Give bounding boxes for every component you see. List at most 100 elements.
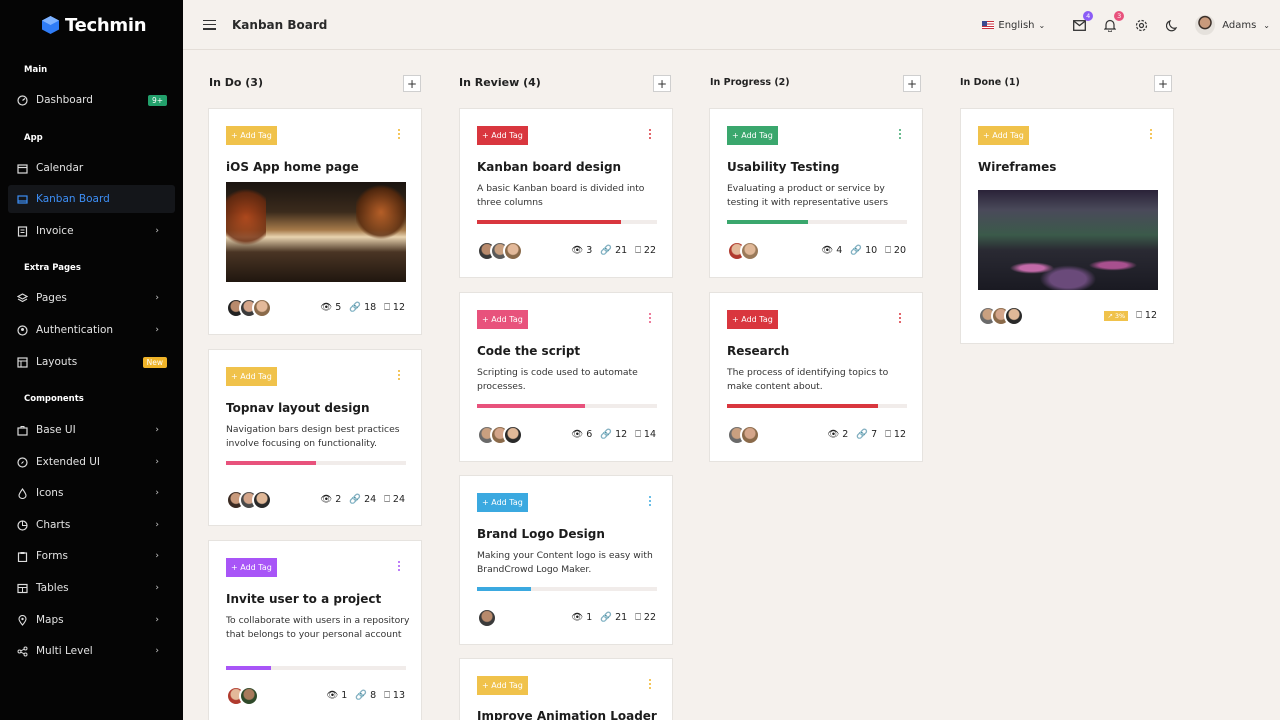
card-title: Kanban board design — [477, 160, 622, 174]
avatar — [503, 425, 523, 445]
links-count: 7 — [871, 429, 878, 440]
more-vertical-icon[interactable] — [649, 129, 652, 139]
theme-toggle-button[interactable] — [1164, 17, 1180, 33]
app-name: Techmin — [65, 14, 147, 36]
more-vertical-icon[interactable] — [398, 370, 401, 380]
progress-fill — [477, 404, 585, 408]
chevron-right-icon: › — [155, 615, 159, 625]
kanban-card[interactable]: + Add Tag Topnav layout design Navigatio… — [208, 349, 422, 526]
add-tag-button[interactable]: + Add Tag — [727, 126, 778, 145]
section-main: Main — [24, 65, 48, 75]
comment-icon: ⎕ — [384, 302, 390, 313]
kanban-card[interactable]: + Add Tag Kanban board design A basic Ka… — [459, 108, 673, 278]
more-vertical-icon[interactable] — [899, 129, 902, 139]
kanban-card[interactable]: + Add Tag Invite user to a project To co… — [208, 540, 422, 720]
sidebar-item-icons[interactable]: Icons › — [8, 479, 175, 507]
sidebar-item-label: Invoice — [36, 225, 74, 237]
more-vertical-icon[interactable] — [649, 496, 652, 506]
progress-bar — [727, 404, 907, 408]
sidebar-item-multi-level[interactable]: Multi Level › — [8, 637, 175, 665]
link-icon: 🔗 — [856, 429, 869, 440]
sidebar-item-pages[interactable]: Pages › — [8, 284, 175, 312]
card-stats: 👁 2 🔗 24 ⎕ 24 — [320, 494, 405, 505]
invoice-icon — [17, 225, 28, 237]
card-title: Wireframes — [978, 160, 1057, 174]
more-vertical-icon[interactable] — [649, 313, 652, 323]
links-count: 8 — [370, 690, 377, 701]
map-pin-icon — [17, 614, 28, 626]
add-tag-button[interactable]: + Add Tag — [978, 126, 1029, 145]
comment-icon: ⎕ — [1136, 310, 1142, 321]
sidebar-item-forms[interactable]: Forms › — [8, 542, 175, 570]
sidebar-item-charts[interactable]: Charts › — [8, 511, 175, 539]
gear-icon — [1135, 19, 1147, 31]
kanban-card[interactable]: + Add Tag Usability Testing Evaluating a… — [709, 108, 923, 278]
mail-button[interactable]: 4 — [1071, 11, 1094, 33]
add-tag-button[interactable]: + Add Tag — [477, 310, 528, 329]
sidebar-item-kanban-board[interactable]: Kanban Board — [8, 185, 175, 213]
progress-fill — [477, 587, 531, 591]
add-tag-button[interactable]: + Add Tag — [727, 310, 778, 329]
user-menu[interactable]: Adams ⌄ — [1195, 15, 1270, 35]
menu-toggle-icon[interactable] — [203, 19, 216, 30]
comments-count: 22 — [643, 612, 656, 623]
comments-count: 12 — [893, 429, 906, 440]
sidebar-item-extended-ui[interactable]: Extended UI › — [8, 448, 175, 476]
add-tag-button[interactable]: + Add Tag — [226, 126, 277, 145]
sidebar-item-label: Extended UI — [36, 456, 100, 468]
kanban-card[interactable]: + Add Tag Code the script Scripting is c… — [459, 292, 673, 462]
more-vertical-icon[interactable] — [1150, 129, 1153, 139]
more-vertical-icon[interactable] — [649, 679, 652, 689]
add-tag-button[interactable]: + Add Tag — [477, 676, 528, 695]
sidebar-item-label: Multi Level — [36, 645, 93, 657]
kanban-card[interactable]: + Add Tag Brand Logo Design Making your … — [459, 475, 673, 645]
kanban-card[interactable]: + Add Tag Wireframes ↗ 3% ⎕ 12 — [960, 108, 1174, 344]
sidebar-item-layouts[interactable]: Layouts New — [8, 348, 175, 376]
card-image — [978, 190, 1158, 290]
page-title: Kanban Board — [232, 17, 328, 32]
add-tag-button[interactable]: + Add Tag — [477, 493, 528, 512]
more-vertical-icon[interactable] — [899, 313, 902, 323]
card-stats: 👁 1 🔗 8 ⎕ 13 — [326, 690, 405, 701]
sidebar-item-authentication[interactable]: Authentication › — [8, 316, 175, 344]
comments-count: 12 — [392, 302, 405, 313]
sidebar-item-dashboard[interactable]: Dashboard 9+ — [8, 86, 175, 114]
more-vertical-icon[interactable] — [398, 561, 401, 571]
kanban-card[interactable]: + Add Tag Research The process of identi… — [709, 292, 923, 462]
sidebar-item-base-ui[interactable]: Base UI › — [8, 416, 175, 444]
add-card-button[interactable]: + — [903, 75, 921, 92]
language-selector[interactable]: English ⌄ — [982, 20, 1045, 31]
pie-chart-icon — [17, 519, 28, 531]
kanban-card[interactable]: + Add Tag iOS App home page 👁 5 🔗 18 ⎕ 12 — [208, 108, 422, 335]
card-description: A basic Kanban board is divided into thr… — [477, 183, 645, 208]
add-tag-button[interactable]: + Add Tag — [477, 126, 528, 145]
links-count: 10 — [865, 245, 878, 256]
assignee-avatars — [226, 686, 259, 706]
add-card-button[interactable]: + — [1154, 75, 1172, 92]
card-description: Scripting is code used to automate proce… — [477, 367, 638, 392]
logo-icon — [42, 16, 59, 34]
progress-bar — [477, 404, 657, 408]
app-logo[interactable]: Techmin — [0, 0, 183, 50]
add-tag-button[interactable]: + Add Tag — [226, 367, 277, 386]
add-card-button[interactable]: + — [653, 75, 671, 92]
more-vertical-icon[interactable] — [398, 129, 401, 139]
share-icon — [17, 646, 28, 657]
sidebar-item-invoice[interactable]: Invoice › — [8, 217, 175, 245]
card-description: The process of identifying topics to mak… — [727, 367, 889, 392]
sidebar-item-calendar[interactable]: Calendar — [8, 154, 175, 182]
links-count: 12 — [615, 429, 628, 440]
sidebar-item-maps[interactable]: Maps › — [8, 606, 175, 634]
card-description: To collaborate with users in a repositor… — [226, 615, 410, 640]
settings-button[interactable] — [1133, 17, 1149, 33]
bell-icon — [1104, 19, 1117, 32]
progress-bar — [226, 666, 406, 670]
notifications-button[interactable]: 3 — [1102, 11, 1125, 33]
add-tag-button[interactable]: + Add Tag — [226, 558, 277, 577]
sidebar-item-label: Dashboard — [36, 94, 93, 106]
sidebar-item-tables[interactable]: Tables › — [8, 574, 175, 602]
add-card-button[interactable]: + — [403, 75, 421, 92]
kanban-card[interactable]: + Add Tag Improve Animation Loader — [459, 658, 673, 720]
chevron-right-icon: › — [155, 425, 159, 435]
progress-bar — [477, 587, 657, 591]
